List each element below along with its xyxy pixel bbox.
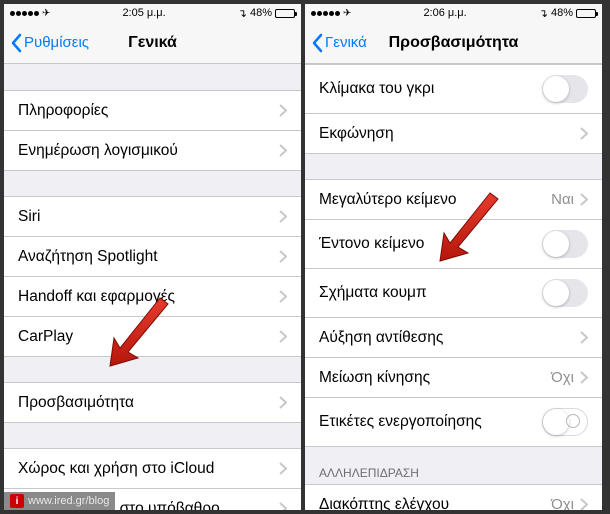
signal-icon xyxy=(10,11,39,16)
settings-list: Πληροφορίες Ενημέρωση λογισμικού Siri Αν… xyxy=(4,64,301,510)
toggle-off[interactable] xyxy=(542,230,588,258)
chevron-right-icon xyxy=(580,331,588,344)
chevron-right-icon xyxy=(580,371,588,384)
row-larger-text[interactable]: Μεγαλύτερο κείμενο Ναι xyxy=(305,179,602,220)
status-time: 2:05 μ.μ. xyxy=(122,7,165,19)
chevron-left-icon xyxy=(311,33,323,53)
chevron-right-icon xyxy=(279,210,287,223)
row-bold-text[interactable]: Έντονο κείμενο xyxy=(305,219,602,269)
row-software-update[interactable]: Ενημέρωση λογισμικού xyxy=(4,130,301,171)
signal-icon xyxy=(311,11,340,16)
status-time: 2:06 μ.μ. xyxy=(423,7,466,19)
screen-accessibility: ✈ 2:06 μ.μ. ↴ 48% Γενικά Προσβασιμότητα … xyxy=(305,4,602,510)
row-handoff[interactable]: Handoff και εφαρμογές xyxy=(4,276,301,317)
row-reduce-motion[interactable]: Μείωση κίνησης Όχι xyxy=(305,357,602,398)
battery-icon xyxy=(576,9,596,18)
row-switch-control[interactable]: Διακόπτης ελέγχου Όχι xyxy=(305,484,602,510)
watermark: i www.ired.gr/blog xyxy=(4,492,115,510)
battery-pct: 48% xyxy=(250,7,272,19)
row-accessibility[interactable]: Προσβασιμότητα xyxy=(4,382,301,423)
row-grayscale[interactable]: Κλίμακα του γκρι xyxy=(305,64,602,114)
row-spotlight[interactable]: Αναζήτηση Spotlight xyxy=(4,236,301,277)
chevron-right-icon xyxy=(279,104,287,117)
back-button[interactable]: Γενικά xyxy=(311,33,367,53)
info-icon: i xyxy=(10,494,24,508)
battery-pct: 48% xyxy=(551,7,573,19)
chevron-right-icon xyxy=(279,502,287,510)
chevron-right-icon xyxy=(279,250,287,263)
row-about[interactable]: Πληροφορίες xyxy=(4,90,301,131)
row-speech[interactable]: Εκφώνηση xyxy=(305,113,602,154)
back-button[interactable]: Ρυθμίσεις xyxy=(10,33,89,53)
chevron-right-icon xyxy=(279,290,287,303)
chevron-right-icon xyxy=(580,193,588,206)
chevron-right-icon xyxy=(279,330,287,343)
chevron-right-icon xyxy=(580,127,588,140)
row-carplay[interactable]: CarPlay xyxy=(4,316,301,357)
airplane-icon: ✈ xyxy=(42,8,50,19)
chevron-right-icon xyxy=(580,498,588,510)
row-button-shapes[interactable]: Σχήματα κουμπ xyxy=(305,268,602,318)
row-onoff-labels[interactable]: Ετικέτες ενεργοποίησης xyxy=(305,397,602,447)
chevron-right-icon xyxy=(279,462,287,475)
chevron-right-icon xyxy=(279,396,287,409)
nav-bar: Ρυθμίσεις Γενικά xyxy=(4,22,301,64)
airplane-icon: ✈ xyxy=(343,8,351,19)
screen-general: ✈ 2:05 μ.μ. ↴ 48% Ρυθμίσεις Γενικά Πληρο… xyxy=(4,4,301,510)
row-increase-contrast[interactable]: Αύξηση αντίθεσης xyxy=(305,317,602,358)
toggle-off[interactable] xyxy=(542,75,588,103)
toggle-off[interactable] xyxy=(542,408,588,436)
back-label: Γενικά xyxy=(325,34,367,51)
status-bar: ✈ 2:06 μ.μ. ↴ 48% xyxy=(305,4,602,22)
toggle-off[interactable] xyxy=(542,279,588,307)
chevron-right-icon xyxy=(279,144,287,157)
section-header-interaction: ΑΛΛΗΛΕΠΙΔΡΑΣΗ xyxy=(305,446,602,484)
battery-icon xyxy=(275,9,295,18)
row-storage-icloud[interactable]: Χώρος και χρήση στο iCloud xyxy=(4,448,301,489)
chevron-left-icon xyxy=(10,33,22,53)
status-bar: ✈ 2:05 μ.μ. ↴ 48% xyxy=(4,4,301,22)
row-siri[interactable]: Siri xyxy=(4,196,301,237)
back-label: Ρυθμίσεις xyxy=(24,34,89,51)
accessibility-list: Κλίμακα του γκρι Εκφώνηση Μεγαλύτερο κεί… xyxy=(305,64,602,510)
nav-bar: Γενικά Προσβασιμότητα xyxy=(305,22,602,64)
